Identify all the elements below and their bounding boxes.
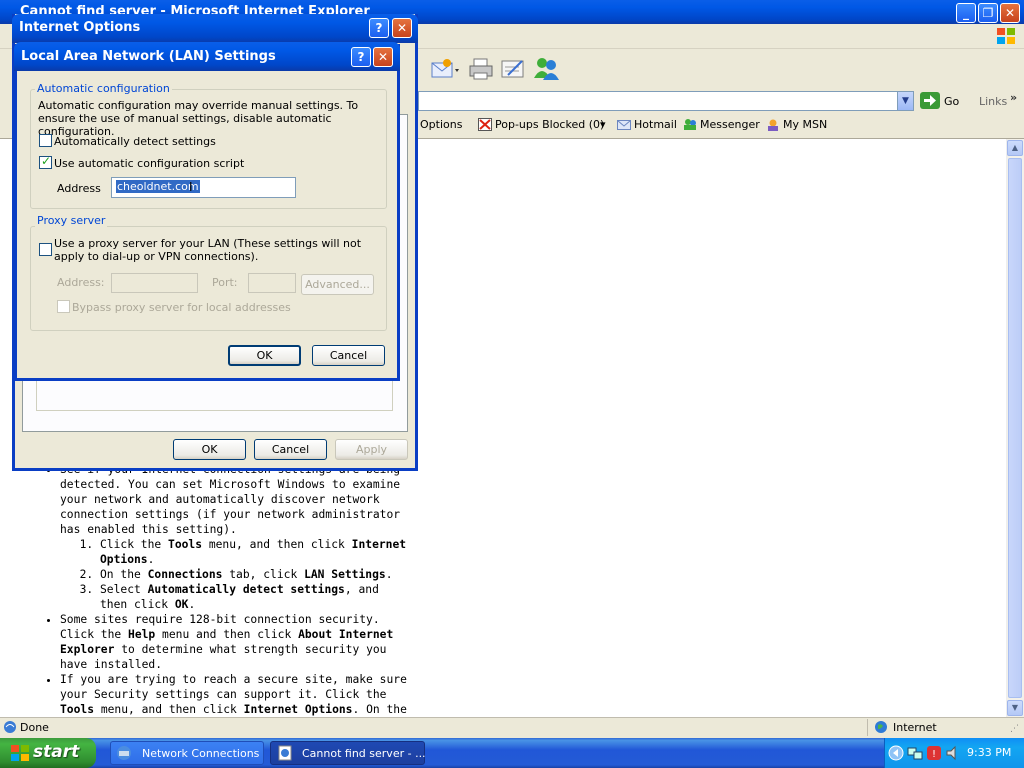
lan-cancel-button[interactable]: Cancel	[312, 345, 385, 366]
hotmail-label: Hotmail	[634, 118, 677, 131]
minimize-button[interactable]: _	[956, 3, 976, 23]
auto-detect-label[interactable]: Automatically detect settings	[54, 135, 216, 148]
links-chevron-icon[interactable]: »	[1010, 91, 1017, 104]
connections-lan-group	[36, 380, 393, 411]
hotmail-icon	[617, 118, 631, 131]
network-connections-icon	[116, 745, 132, 764]
advanced-button[interactable]: Advanced...	[301, 274, 374, 295]
popup-blocked-icon	[478, 118, 492, 131]
start-label: start	[33, 742, 80, 762]
mail-icon[interactable]	[430, 57, 460, 84]
security-zone-label: Internet	[893, 721, 937, 734]
step-item: On the Connections tab, click LAN Settin…	[100, 567, 410, 582]
use-proxy-label[interactable]: Use a proxy server for your LAN (These s…	[54, 237, 379, 263]
scroll-thumb[interactable]	[1008, 158, 1022, 698]
options-label: Options	[420, 118, 463, 131]
popup-options-dropdown-icon[interactable]: ▾	[600, 118, 606, 131]
bypass-local-checkbox[interactable]	[57, 300, 70, 313]
options-link[interactable]: Options	[420, 118, 462, 131]
auto-script-label[interactable]: Use automatic configuration script	[54, 157, 244, 170]
tray-arrow-icon[interactable]	[888, 745, 904, 764]
messenger-link[interactable]: Messenger	[683, 118, 760, 131]
security-alert-tray-icon[interactable]: !	[926, 745, 942, 764]
page-done-icon	[3, 720, 17, 737]
lan-help-button[interactable]: ?	[351, 47, 371, 67]
hotmail-link[interactable]: Hotmail	[617, 118, 677, 131]
links-label: Links	[979, 95, 1008, 108]
text-cursor-icon: I	[189, 180, 193, 194]
address-input[interactable]	[418, 91, 898, 111]
internet-options-apply-button[interactable]: Apply	[335, 439, 408, 460]
lan-close-button[interactable]: ✕	[373, 47, 393, 67]
proxy-address-label: Address:	[57, 276, 105, 289]
svg-text:!: !	[932, 749, 936, 760]
step-item: Select Automatically detect settings, an…	[100, 582, 410, 612]
taskbar-clock[interactable]: 9:33 PM	[967, 746, 1011, 759]
internet-options-ok-button[interactable]: OK	[173, 439, 246, 460]
ie-page-icon	[277, 745, 293, 764]
go-button[interactable]: Go	[944, 95, 959, 108]
tip-detect-settings: See if your Internet connection settings…	[60, 462, 410, 612]
my-msn-icon	[766, 118, 780, 131]
resize-grip-icon[interactable]: ⋰	[1010, 724, 1019, 734]
automatic-configuration-description: Automatic configuration may override man…	[38, 99, 359, 138]
taskbar-network-connections[interactable]: Network Connections	[110, 741, 264, 765]
print-icon[interactable]	[468, 56, 494, 85]
proxy-address-input[interactable]	[111, 273, 198, 293]
tip-128bit-security: Some sites require 128-bit connection se…	[60, 612, 410, 672]
my-msn-link[interactable]: My MSN	[766, 118, 827, 131]
volume-tray-icon[interactable]	[945, 745, 961, 764]
windows-logo-icon	[996, 26, 1016, 46]
step-item: Click the Tools menu, and then click Int…	[100, 537, 410, 567]
address-dropdown-button[interactable]: ▼	[897, 91, 914, 111]
auto-detect-checkbox[interactable]	[39, 134, 52, 147]
taskbar-cannot-find-server[interactable]: Cannot find server - ...	[270, 741, 426, 765]
auto-script-checkbox[interactable]	[39, 154, 52, 169]
automatic-configuration-label: Automatic configuration	[35, 82, 172, 95]
edit-icon[interactable]	[500, 57, 526, 84]
popups-blocked-label: Pop-ups Blocked (0)	[495, 118, 605, 131]
status-separator	[867, 719, 868, 736]
script-address-label: Address	[57, 182, 101, 195]
popups-blocked-link[interactable]: Pop-ups Blocked (0)	[478, 118, 604, 131]
scroll-up-button[interactable]: ▲	[1007, 140, 1023, 156]
lan-ok-button[interactable]: OK	[228, 345, 301, 366]
script-address-input[interactable]: cheoldnet.com I	[111, 177, 296, 198]
internet-options-title: Internet Options	[19, 20, 141, 35]
taskbar-item-label: Network Connections	[142, 747, 260, 760]
proxy-port-input[interactable]	[248, 273, 296, 293]
internet-zone-icon	[874, 720, 888, 737]
status-bar	[0, 717, 1024, 739]
maximize-button[interactable]: ❐	[978, 3, 998, 23]
my-msn-label: My MSN	[783, 118, 828, 131]
messenger-label: Messenger	[700, 118, 760, 131]
lan-settings-title: Local Area Network (LAN) Settings	[21, 49, 276, 64]
use-proxy-checkbox[interactable]	[39, 243, 52, 256]
internet-options-close-button[interactable]: ✕	[392, 18, 412, 38]
proxy-server-label: Proxy server	[35, 214, 108, 227]
internet-options-cancel-button[interactable]: Cancel	[254, 439, 327, 460]
bypass-local-label[interactable]: Bypass proxy server for local addresses	[72, 301, 291, 314]
status-text: Done	[20, 721, 49, 734]
messenger-small-icon	[683, 118, 697, 131]
close-window-button[interactable]: ✕	[1000, 3, 1020, 23]
script-address-value: cheoldnet.com	[116, 180, 200, 193]
messenger-icon[interactable]	[532, 56, 560, 85]
start-windows-flag-icon	[10, 743, 30, 766]
go-arrow-icon[interactable]	[920, 92, 940, 109]
network-tray-icon[interactable]	[907, 745, 923, 764]
scroll-down-button[interactable]: ▼	[1007, 700, 1023, 716]
proxy-port-label: Port:	[212, 276, 238, 289]
taskbar-item-label: Cannot find server - ...	[302, 747, 426, 760]
internet-options-help-button[interactable]: ?	[369, 18, 389, 38]
